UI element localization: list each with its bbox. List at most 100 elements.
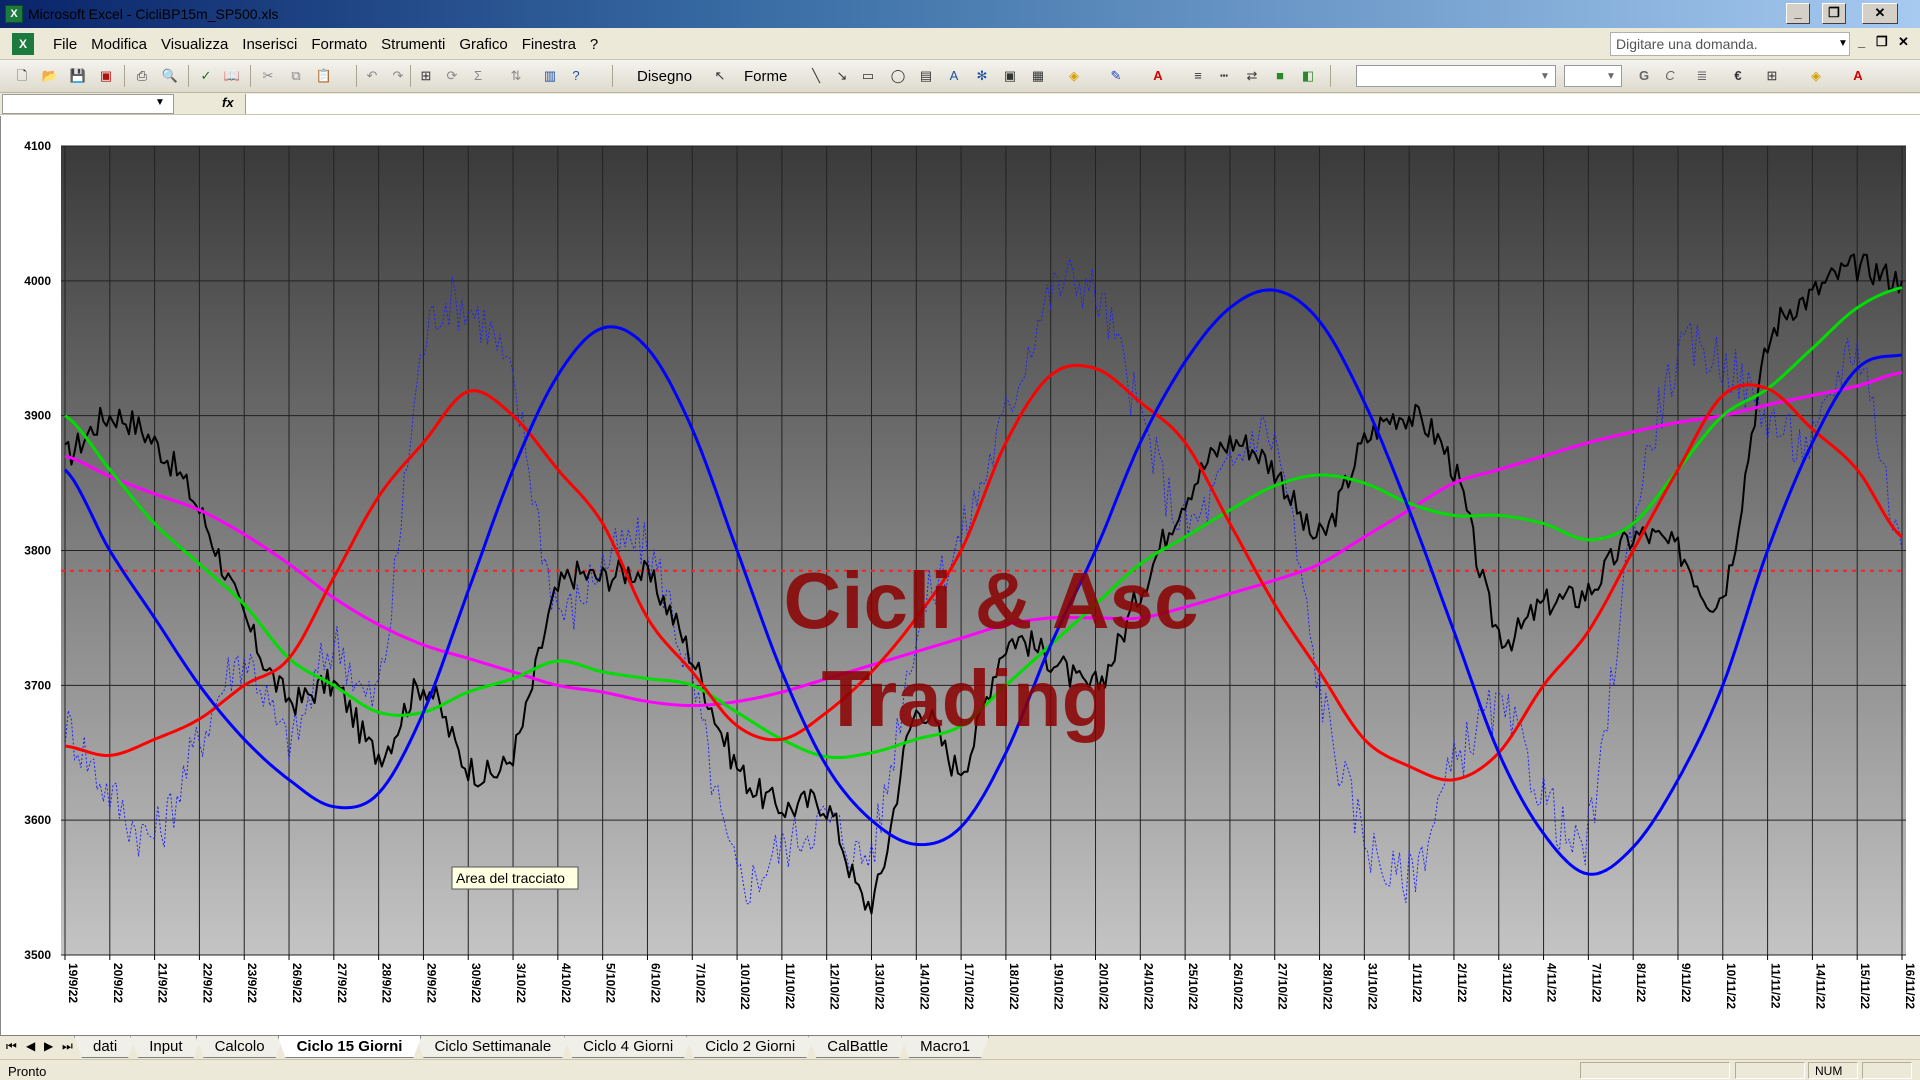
formula-input[interactable] (245, 94, 1920, 114)
new-document-icon[interactable]: 🗋 (12, 66, 32, 86)
tab-ciclo-settimanale[interactable]: Ciclo Settimanale (415, 1036, 570, 1058)
tab-ciclo-4-giorni[interactable]: Ciclo 4 Giorni (564, 1036, 692, 1058)
redo-icon[interactable]: ↷ (388, 66, 408, 86)
window-title: Microsoft Excel - CicliBP15m_SP500.xls (28, 6, 279, 22)
arrow-style-icon[interactable]: ⇄ (1242, 66, 1262, 86)
menu-visualizza[interactable]: Visualizza (154, 36, 235, 53)
oval-tool-icon[interactable]: ◯ (888, 66, 908, 86)
cut-icon[interactable]: ✂ (258, 66, 278, 86)
undo-icon[interactable]: ↶ (362, 66, 382, 86)
refresh-icon[interactable]: ⟳ (442, 66, 462, 86)
select-pointer-icon[interactable]: ↖ (710, 66, 730, 86)
font-name-combo[interactable] (1356, 65, 1556, 87)
fill-color-icon[interactable]: ◈ (1064, 66, 1084, 86)
help-icon[interactable]: ? (566, 66, 586, 86)
tab-ciclo-15-giorni[interactable]: Ciclo 15 Giorni (278, 1036, 422, 1058)
x-tick-label: 19/9/22 (66, 963, 80, 1003)
line-style-icon[interactable]: ≡ (1188, 66, 1208, 86)
watermark-line-2: Trading (822, 654, 1111, 743)
status-text: Pronto (8, 1064, 47, 1079)
open-folder-icon[interactable]: 📂 (40, 66, 60, 86)
arrow-tool-icon[interactable]: ↘ (832, 66, 852, 86)
tab-input[interactable]: Input (130, 1036, 201, 1058)
sort-icon[interactable]: ⇅ (506, 66, 526, 86)
diagram-icon[interactable]: ✻ (972, 66, 992, 86)
y-tick-label: 3600 (24, 813, 51, 827)
line-tool-icon[interactable]: ╲ (806, 66, 826, 86)
menu-finestra[interactable]: Finestra (515, 36, 583, 53)
rectangle-tool-icon[interactable]: ▭ (858, 66, 878, 86)
3d-style-icon[interactable]: ◧ (1298, 66, 1318, 86)
shapes-menu-button[interactable]: Forme (744, 68, 787, 85)
wordart-icon[interactable]: A (944, 66, 964, 86)
clipart-icon[interactable]: ▣ (1000, 66, 1020, 86)
x-tick-label: 13/10/22 (872, 963, 886, 1010)
chevron-down-icon[interactable]: ▼ (1606, 71, 1616, 82)
menu-inserisci[interactable]: Inserisci (235, 36, 304, 53)
chart-area[interactable]: 3500 3600 3700 3800 3900 4000 4100 19/9/22 20/9… (0, 116, 1920, 1035)
tab-calbattle[interactable]: CalBattle (808, 1036, 907, 1058)
borders-icon[interactable]: ⊞ (1762, 66, 1782, 86)
text-color-icon[interactable]: A (1848, 66, 1868, 86)
last-sheet-icon[interactable]: ⏭ (62, 1039, 73, 1054)
hyperlink-icon[interactable]: ⊞ (416, 66, 436, 86)
chevron-down-icon[interactable]: ▼ (1540, 71, 1550, 82)
align-center-icon[interactable]: ≣ (1692, 66, 1712, 86)
tab-dati[interactable]: dati (74, 1036, 136, 1058)
menu-help[interactable]: ? (583, 36, 605, 53)
paste-icon[interactable]: 📋 (314, 66, 334, 86)
first-sheet-icon[interactable]: ⏮ (6, 1039, 17, 1054)
maximize-button[interactable]: ❐ (1822, 3, 1846, 24)
euro-format-button[interactable]: € (1728, 66, 1748, 86)
minimize-button[interactable]: _ (1786, 3, 1810, 24)
picture-icon[interactable]: ▦ (1028, 66, 1048, 86)
y-tick-label: 3900 (24, 409, 51, 423)
drawing-menu-button[interactable]: Disegno (637, 68, 692, 85)
chart-wizard-icon[interactable]: ▥ (540, 66, 560, 86)
permission-icon[interactable]: ▣ (96, 66, 116, 86)
chevron-down-icon[interactable]: ▼ (1838, 38, 1848, 49)
italic-button[interactable]: C (1660, 66, 1680, 86)
menu-formato[interactable]: Formato (304, 36, 374, 53)
doc-restore-icon[interactable]: ❐ (1876, 34, 1888, 50)
formula-bar: ▼ fx (0, 93, 1920, 115)
tab-calcolo[interactable]: Calcolo (196, 1036, 284, 1058)
workbook-icon[interactable]: X (12, 33, 34, 55)
textbox-tool-icon[interactable]: ▤ (916, 66, 936, 86)
menu-grafico[interactable]: Grafico (452, 36, 514, 53)
copy-icon[interactable]: ⧉ (286, 66, 306, 86)
print-icon[interactable]: ⎙ (132, 66, 152, 86)
doc-close-icon[interactable]: ✕ (1898, 34, 1909, 50)
x-tick-label: 31/10/22 (1365, 963, 1379, 1010)
autosum-icon[interactable]: Σ (468, 66, 488, 86)
prev-sheet-icon[interactable]: ◀ (26, 1039, 35, 1053)
name-box[interactable] (2, 94, 174, 114)
x-tick-label: 30/9/22 (469, 963, 483, 1003)
close-button[interactable]: ✕ (1862, 3, 1898, 24)
shadow-icon[interactable]: ■ (1270, 66, 1290, 86)
x-tick-label: 11/10/22 (783, 963, 797, 1009)
doc-minimize-icon[interactable]: _ (1858, 34, 1865, 49)
bold-button[interactable]: G (1634, 66, 1654, 86)
function-icon[interactable]: fx (222, 95, 234, 110)
dash-style-icon[interactable]: ┅ (1214, 66, 1234, 86)
y-axis: 3500 3600 3700 3800 3900 4000 4100 (24, 139, 51, 962)
x-tick-label: 21/9/22 (156, 963, 170, 1003)
spelling-icon[interactable]: ✓ (196, 66, 216, 86)
tab-ciclo-2-giorni[interactable]: Ciclo 2 Giorni (686, 1036, 814, 1058)
menu-file[interactable]: File (46, 36, 84, 53)
font-color-icon[interactable]: A (1148, 66, 1168, 86)
research-icon[interactable]: 📖 (222, 66, 242, 86)
fill-bucket-icon[interactable]: ◈ (1806, 66, 1826, 86)
help-question-input[interactable]: Digitare una domanda. (1610, 32, 1850, 56)
print-preview-icon[interactable]: 🔍 (160, 66, 180, 86)
line-color-icon[interactable]: ✎ (1106, 66, 1126, 86)
menu-strumenti[interactable]: Strumenti (374, 36, 452, 53)
chart-svg[interactable]: 3500 3600 3700 3800 3900 4000 4100 19/9/22 20/9… (1, 116, 1920, 1035)
menu-modifica[interactable]: Modifica (84, 36, 154, 53)
save-icon[interactable]: 💾 (68, 66, 88, 86)
x-tick-label: 4/10/22 (559, 963, 573, 1003)
next-sheet-icon[interactable]: ▶ (44, 1039, 53, 1053)
tab-macro1[interactable]: Macro1 (901, 1036, 989, 1058)
chevron-down-icon[interactable]: ▼ (155, 97, 165, 108)
